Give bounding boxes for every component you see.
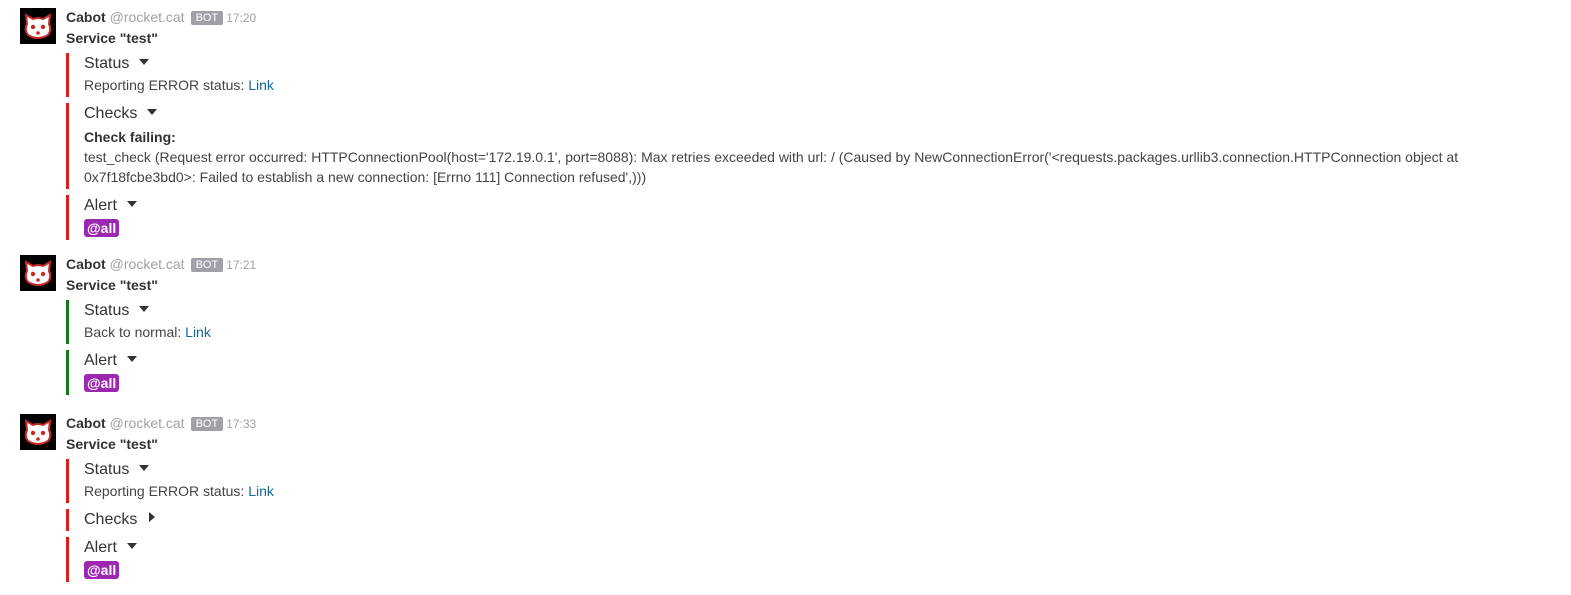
attachment-status: Status Reporting ERROR status: Link [66, 459, 1571, 503]
cat-face-icon[interactable] [20, 414, 56, 450]
attachment-text: Check failing: test_check (Request error… [84, 127, 1571, 189]
bot-badge: BOT [190, 11, 224, 25]
attachment-alert: Alert @all [66, 350, 1571, 395]
caret-down-icon[interactable] [139, 59, 150, 65]
caret-down-icon[interactable] [126, 543, 137, 549]
status-text: Reporting ERROR status: [84, 77, 245, 93]
status-text: Back to normal: [84, 324, 182, 340]
attachment-checks: Checks [66, 509, 1571, 531]
message-text: Service "test" [66, 30, 158, 46]
attachment-title-label: Alert [84, 539, 117, 556]
caret-down-icon[interactable] [139, 465, 150, 471]
caret-right-icon[interactable] [149, 512, 156, 522]
status-text: Reporting ERROR status: [84, 483, 245, 499]
caret-down-icon[interactable] [126, 356, 137, 362]
sender-name[interactable]: Cabot [66, 9, 106, 25]
attachment-title[interactable]: Status [84, 459, 1571, 481]
attachment-title[interactable]: Checks [84, 103, 1571, 125]
message-time[interactable]: 17:20 [226, 11, 256, 25]
sender-name[interactable]: Cabot [66, 415, 106, 431]
message-feed: Cabot @rocket.cat BOT 17:20 Service "test" … [0, 0, 1571, 595]
attachment-text: @all [84, 217, 1571, 240]
check-title: Check failing: [84, 129, 176, 145]
attachment-title[interactable]: Status [84, 300, 1571, 322]
mention-all[interactable]: @all [84, 561, 120, 579]
message-time[interactable]: 17:33 [226, 417, 256, 431]
attachment-text: Reporting ERROR status: Link [84, 481, 1571, 503]
attachment-title-label: Status [84, 461, 130, 478]
attachment-text: Reporting ERROR status: Link [84, 75, 1571, 97]
message-header: Cabot @rocket.cat BOT 17:21 [66, 255, 1571, 273]
message-header: Cabot @rocket.cat BOT 17:33 [66, 414, 1571, 432]
sender-username[interactable]: @rocket.cat [110, 415, 185, 431]
status-link[interactable]: Link [185, 324, 211, 340]
message-text: Service "test" [66, 277, 158, 293]
cat-face-icon[interactable] [20, 255, 56, 291]
attachment-title-label: Status [84, 302, 130, 319]
attachment-title-label: Checks [84, 105, 138, 122]
message-time[interactable]: 17:21 [226, 258, 256, 272]
message-header: Cabot @rocket.cat BOT 17:20 [66, 8, 1571, 26]
mention-all[interactable]: @all [84, 374, 120, 392]
sender-name[interactable]: Cabot [66, 256, 106, 272]
check-details: test_check (Request error occurred: HTTP… [84, 149, 1459, 185]
attachment-text: @all [84, 559, 1571, 582]
cat-face-icon[interactable] [20, 8, 56, 44]
status-link[interactable]: Link [248, 77, 274, 93]
bot-badge: BOT [190, 417, 224, 431]
attachment-checks: Checks Check failing: test_check (Reques… [66, 103, 1571, 189]
attachment-title-label: Checks [84, 511, 138, 528]
bot-badge: BOT [190, 258, 224, 272]
attachment-status: Status Reporting ERROR status: Link [66, 53, 1571, 97]
attachment-alert: Alert @all [66, 537, 1571, 582]
attachment-title[interactable]: Status [84, 53, 1571, 75]
message-text: Service "test" [66, 436, 158, 452]
attachment-title[interactable]: Alert [84, 195, 1571, 217]
mention-all[interactable]: @all [84, 219, 120, 237]
status-link[interactable]: Link [248, 483, 274, 499]
attachment-status: Status Back to normal: Link [66, 300, 1571, 344]
sender-username[interactable]: @rocket.cat [110, 256, 185, 272]
attachment-title[interactable]: Alert [84, 537, 1571, 559]
caret-down-icon[interactable] [147, 109, 158, 115]
attachment-text: Back to normal: Link [84, 322, 1571, 344]
attachment-alert: Alert @all [66, 195, 1571, 240]
caret-down-icon[interactable] [139, 306, 150, 312]
attachment-text: @all [84, 372, 1571, 395]
attachment-title-label: Status [84, 55, 130, 72]
attachment-title[interactable]: Checks [84, 509, 1571, 531]
attachment-title-label: Alert [84, 197, 117, 214]
attachment-title[interactable]: Alert [84, 350, 1571, 372]
caret-down-icon[interactable] [126, 201, 137, 207]
attachment-title-label: Alert [84, 352, 117, 369]
sender-username[interactable]: @rocket.cat [110, 9, 185, 25]
